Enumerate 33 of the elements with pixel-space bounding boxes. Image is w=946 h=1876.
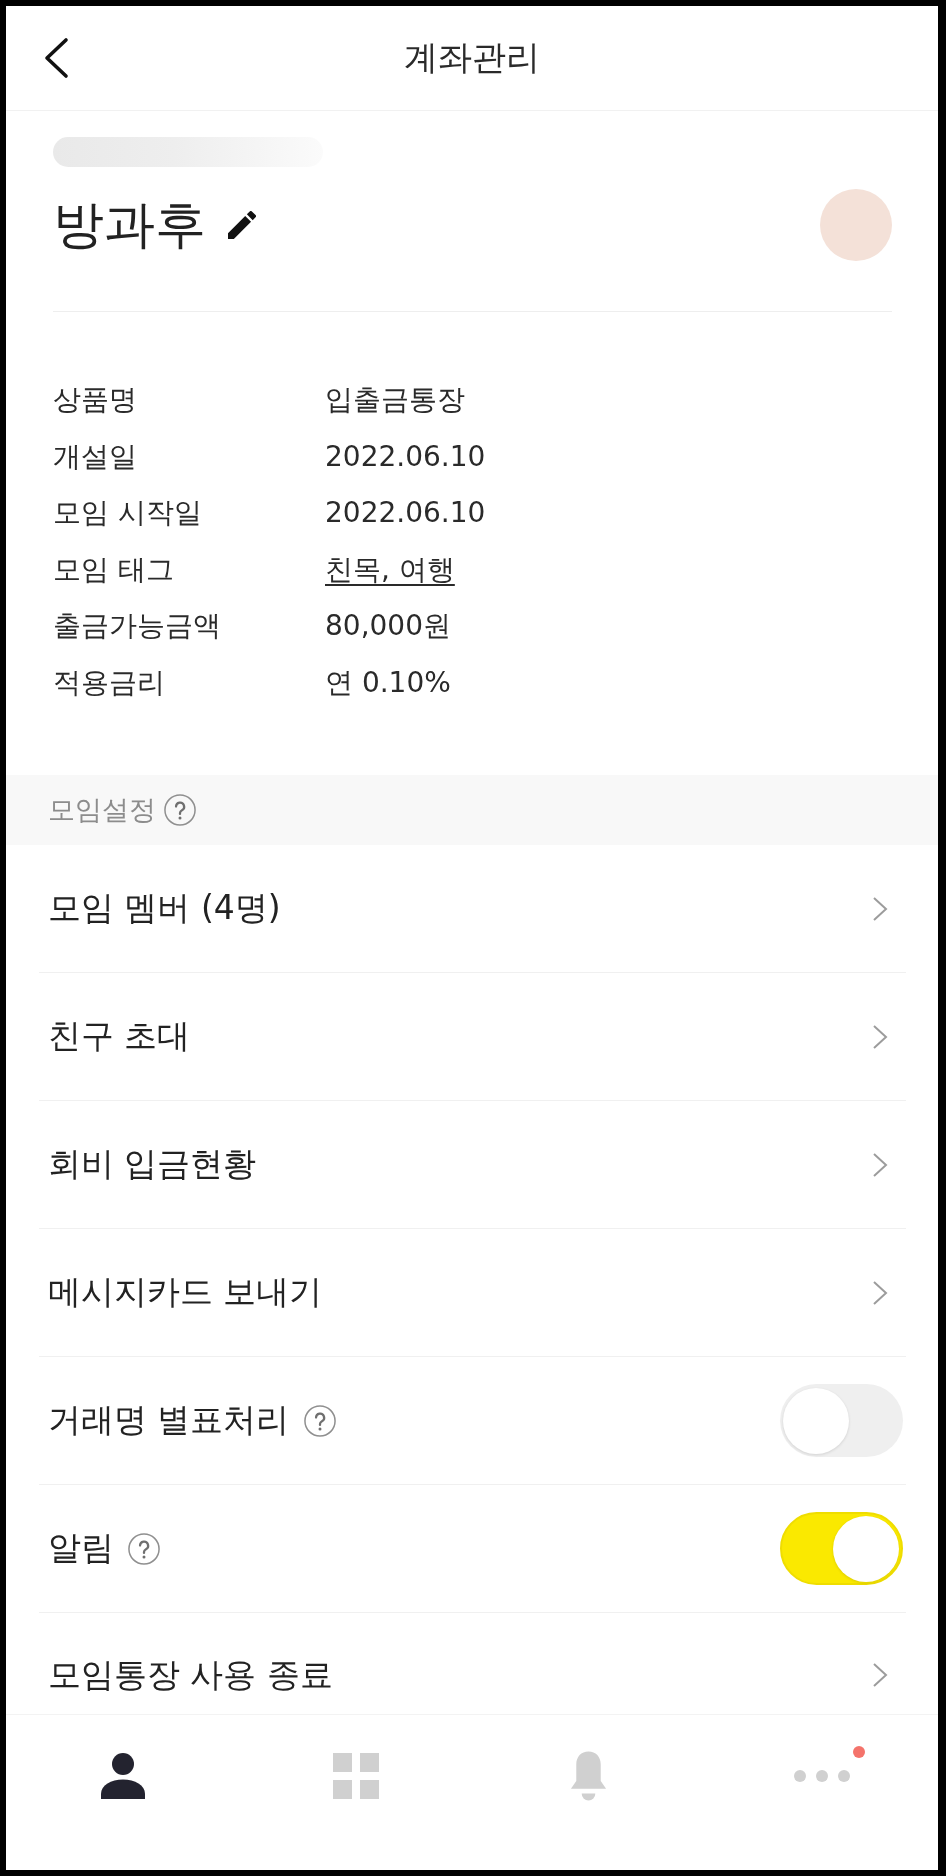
setting-label: 알림	[48, 1527, 114, 1569]
pencil-icon[interactable]	[228, 211, 256, 239]
back-button[interactable]	[43, 37, 69, 79]
account-name: 방과후	[53, 193, 206, 256]
chevron-right-icon	[872, 1023, 888, 1050]
more-dots-icon	[793, 1770, 850, 1782]
menu-item[interactable]: 모임 멤버 (4명)	[39, 845, 906, 973]
chevron-right-icon	[872, 895, 888, 922]
chevron-right-icon	[872, 1279, 888, 1306]
detail-value: 2022.06.10	[325, 495, 486, 531]
detail-value: 80,000원	[325, 608, 451, 644]
section-title: 모임설정	[48, 793, 156, 827]
detail-value: 2022.06.10	[325, 438, 486, 475]
detail-label: 상품명	[53, 382, 137, 418]
detail-label: 모임 시작일	[53, 495, 202, 531]
chevron-left-icon	[43, 37, 69, 79]
person-icon	[100, 1753, 145, 1799]
detail-label: 출금가능금액	[53, 608, 221, 644]
page-title: 계좌관리	[404, 36, 540, 79]
detail-value: 연 0.10%	[325, 664, 451, 701]
menu-item[interactable]: 회비 입금현황	[39, 1101, 906, 1229]
detail-label: 적용금리	[53, 664, 165, 701]
tag-link[interactable]: 친목, 여행	[325, 541, 455, 598]
chevron-right-icon	[872, 1662, 888, 1688]
setting-label: 거래명 별표처리	[48, 1399, 290, 1441]
detail-label: 개설일	[53, 438, 137, 475]
chevron-right-icon	[872, 1151, 888, 1178]
menu-item[interactable]: 메시지카드 보내기	[39, 1229, 906, 1357]
menu-item[interactable]: 친구 초대	[39, 973, 906, 1101]
detail-label: 모임 태그	[53, 551, 174, 588]
grid-icon	[332, 1753, 379, 1799]
detail-value: 입출금통장	[325, 382, 465, 418]
menu-item[interactable]: 모임통장 사용 종료	[39, 1613, 906, 1711]
